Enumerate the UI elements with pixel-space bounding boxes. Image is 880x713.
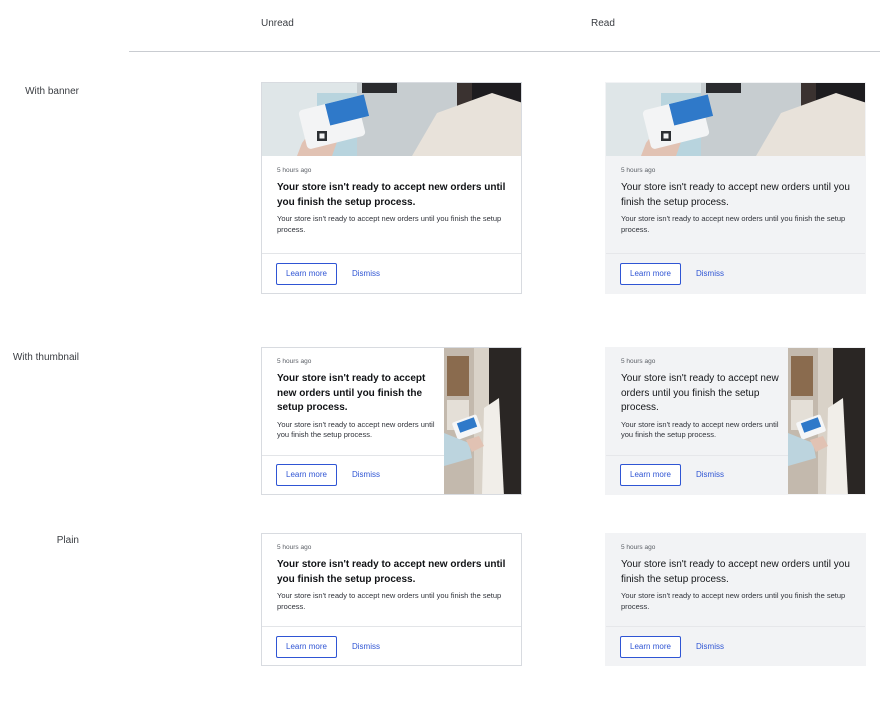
notification-card-thumbnail-unread: 5 hours ago Your store isn't ready to ac… [261, 347, 522, 495]
header-divider [129, 51, 880, 52]
learn-more-button[interactable]: Learn more [276, 263, 337, 285]
notification-body: Your store isn't ready to accept new ord… [621, 591, 846, 611]
thumbnail-image [444, 348, 521, 494]
dismiss-button[interactable]: Dismiss [696, 636, 724, 658]
notification-title: Your store isn't ready to accept new ord… [277, 559, 506, 585]
notification-body: Your store isn't ready to accept new ord… [621, 419, 779, 440]
learn-more-button[interactable]: Learn more [620, 263, 681, 285]
timestamp: 5 hours ago [277, 544, 312, 551]
card-divider [606, 455, 788, 456]
row-label-banner: With banner [25, 86, 79, 97]
notification-body: Your store isn't ready to accept new ord… [621, 214, 846, 234]
dismiss-button[interactable]: Dismiss [352, 464, 380, 486]
card-divider [606, 253, 865, 254]
card-divider [262, 455, 444, 456]
notification-card-plain-read: 5 hours ago Your store isn't ready to ac… [605, 533, 866, 666]
timestamp: 5 hours ago [621, 544, 656, 551]
column-header-unread: Unread [261, 18, 294, 29]
learn-more-button[interactable]: Learn more [620, 464, 681, 486]
banner-image [606, 83, 865, 156]
column-header-read: Read [591, 18, 615, 29]
notification-title: Your store isn't ready to accept new ord… [277, 182, 506, 208]
notification-body: Your store isn't ready to accept new ord… [277, 214, 502, 234]
timestamp: 5 hours ago [277, 167, 312, 174]
notification-card-banner-unread: 5 hours ago Your store isn't ready to ac… [261, 82, 522, 294]
notification-title: Your store isn't ready to accept new ord… [621, 182, 850, 208]
notification-title: Your store isn't ready to accept new ord… [277, 373, 426, 413]
dismiss-button[interactable]: Dismiss [352, 263, 380, 285]
notification-title: Your store isn't ready to accept new ord… [621, 373, 779, 413]
notification-card-plain-unread: 5 hours ago Your store isn't ready to ac… [261, 533, 522, 666]
timestamp: 5 hours ago [277, 358, 312, 365]
notification-title: Your store isn't ready to accept new ord… [621, 559, 850, 585]
learn-more-button[interactable]: Learn more [620, 636, 681, 658]
notification-body: Your store isn't ready to accept new ord… [277, 419, 435, 440]
banner-image [262, 83, 521, 156]
row-label-plain: Plain [56, 535, 79, 546]
notification-card-thumbnail-read: 5 hours ago Your store isn't ready to ac… [605, 347, 866, 495]
dismiss-button[interactable]: Dismiss [696, 464, 724, 486]
dismiss-button[interactable]: Dismiss [352, 636, 380, 658]
card-divider [606, 626, 865, 627]
notification-body: Your store isn't ready to accept new ord… [277, 591, 502, 611]
card-divider [262, 253, 521, 254]
learn-more-button[interactable]: Learn more [276, 464, 337, 486]
timestamp: 5 hours ago [621, 167, 656, 174]
notification-card-banner-read: 5 hours ago Your store isn't ready to ac… [605, 82, 866, 294]
thumbnail-image [788, 348, 865, 494]
dismiss-button[interactable]: Dismiss [696, 263, 724, 285]
row-label-thumbnail: With thumbnail [12, 352, 79, 363]
card-divider [262, 626, 521, 627]
timestamp: 5 hours ago [621, 358, 656, 365]
learn-more-button[interactable]: Learn more [276, 636, 337, 658]
